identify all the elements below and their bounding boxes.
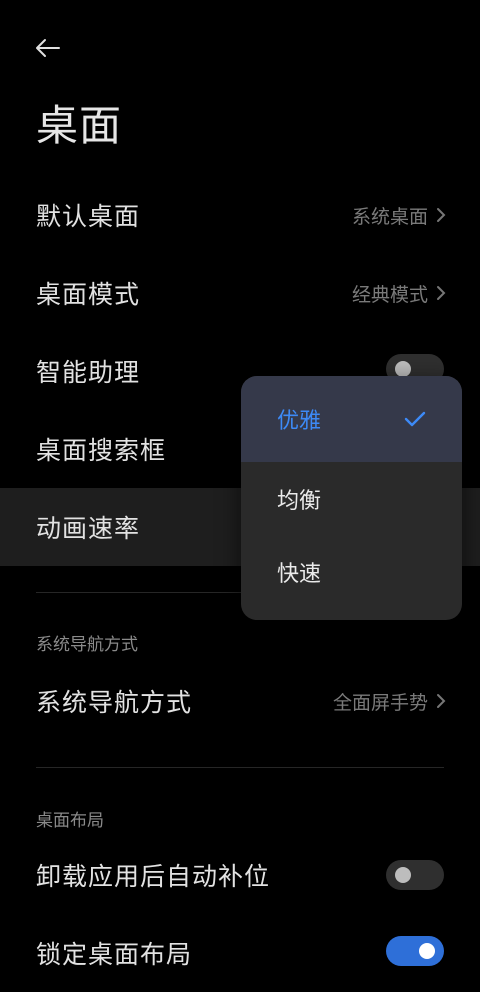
chevron-right-icon xyxy=(436,207,446,223)
animation-speed-popup: 优雅 均衡 快速 xyxy=(241,376,462,620)
default-launcher-row[interactable]: 默认桌面 系统桌面 xyxy=(0,176,480,254)
auto-fill-label: 卸载应用后自动补位 xyxy=(36,862,271,891)
layout-section-header: 桌面布局 xyxy=(36,811,104,831)
lock-layout-toggle[interactable] xyxy=(386,936,444,966)
checkmark-icon xyxy=(404,410,426,428)
back-button[interactable] xyxy=(30,30,66,66)
option-elegant[interactable]: 优雅 xyxy=(241,376,462,462)
toggle-knob xyxy=(419,943,435,959)
option-balanced-label: 均衡 xyxy=(277,488,322,514)
chevron-right-icon xyxy=(436,693,446,709)
launcher-mode-row[interactable]: 桌面模式 经典模式 xyxy=(0,254,480,332)
nav-mode-label: 系统导航方式 xyxy=(36,688,193,717)
option-fast-label: 快速 xyxy=(277,561,322,587)
lock-layout-label: 锁定桌面布局 xyxy=(36,940,193,969)
nav-section-header: 系统导航方式 xyxy=(36,635,138,655)
divider xyxy=(36,767,444,768)
nav-mode-row[interactable]: 系统导航方式 全面屏手势 xyxy=(0,662,480,740)
auto-fill-toggle[interactable] xyxy=(386,860,444,890)
back-arrow-icon xyxy=(36,39,60,57)
smart-assistant-label: 智能助理 xyxy=(36,358,141,387)
toggle-knob xyxy=(395,361,411,377)
launcher-mode-label: 桌面模式 xyxy=(36,280,141,309)
lock-layout-row[interactable]: 锁定桌面布局 xyxy=(0,914,480,992)
nav-mode-value: 全面屏手势 xyxy=(333,688,446,715)
default-launcher-label: 默认桌面 xyxy=(36,202,141,231)
auto-fill-row[interactable]: 卸载应用后自动补位 xyxy=(0,836,480,914)
search-bar-label: 桌面搜索框 xyxy=(36,436,167,465)
animation-speed-label: 动画速率 xyxy=(36,514,141,543)
option-elegant-label: 优雅 xyxy=(277,409,322,434)
nav-mode-value-text: 全面屏手势 xyxy=(332,691,428,714)
page-title: 桌面 xyxy=(36,101,123,150)
option-fast[interactable]: 快速 xyxy=(241,535,462,608)
launcher-mode-value-text: 经典模式 xyxy=(351,283,428,306)
toggle-knob xyxy=(395,867,411,883)
option-balanced[interactable]: 均衡 xyxy=(241,462,462,535)
default-launcher-value-text: 系统桌面 xyxy=(351,205,428,228)
launcher-mode-value: 经典模式 xyxy=(352,280,446,307)
chevron-right-icon xyxy=(436,285,446,301)
default-launcher-value: 系统桌面 xyxy=(352,202,446,229)
